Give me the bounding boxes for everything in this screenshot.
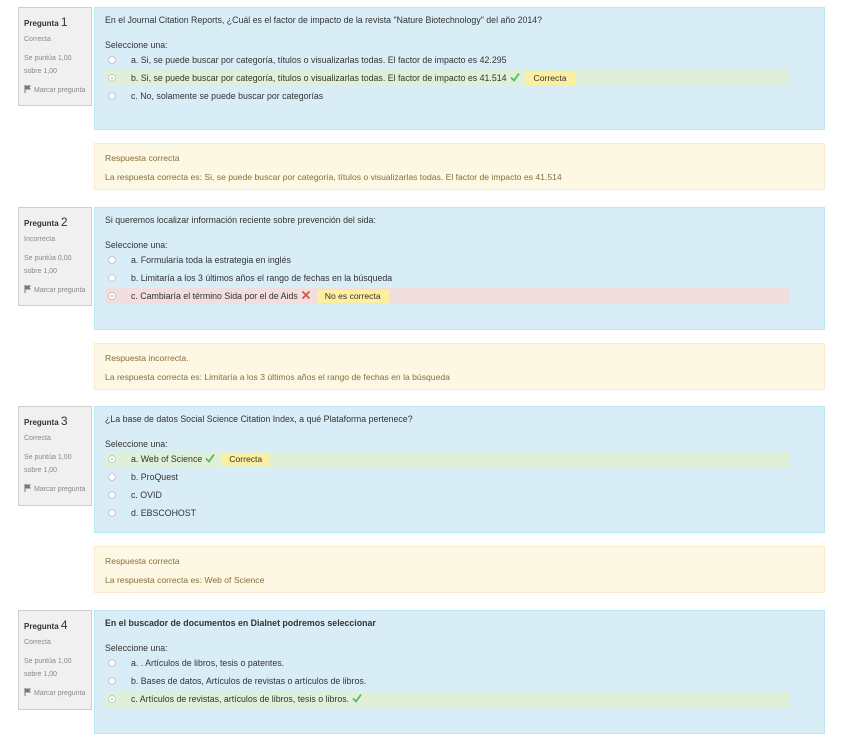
- flag-icon: [24, 484, 32, 493]
- flag-icon: [24, 85, 32, 94]
- question-number: Pregunta 4: [24, 618, 68, 632]
- feedback-text: La respuesta correcta es: Limitaría a lo…: [105, 372, 450, 382]
- answer-list: a. Formularía toda la estrategia en ingl…: [105, 252, 814, 304]
- answer-list: a. . Artículos de libros, tesis o patent…: [105, 655, 814, 707]
- flag-question-button[interactable]: Marcar pregunta: [24, 687, 86, 700]
- answer-list: a. Si, se puede buscar por categoría, tí…: [105, 52, 814, 104]
- question-state: Correcta: [24, 435, 51, 442]
- answer-label: b. Limitaría a los 3 últimos años el ran…: [131, 273, 393, 283]
- correct-badge: Correcta: [525, 72, 575, 85]
- question-info-3: Pregunta 3 Correcta Se puntúa 1,00 sobre…: [18, 406, 92, 506]
- feedback-title: Respuesta incorrecta.: [105, 353, 189, 363]
- flag-icon: [24, 688, 32, 697]
- flag-question-button[interactable]: Marcar pregunta: [24, 483, 86, 496]
- answer-label: d. EBSCOHOST: [131, 508, 197, 518]
- question-number: Pregunta 3: [24, 414, 68, 428]
- answer-option-d[interactable]: d. EBSCOHOST: [105, 505, 790, 521]
- radio-button[interactable]: [108, 292, 116, 300]
- question-number: Pregunta 1: [24, 15, 68, 29]
- answer-prompt: Seleccione una:: [105, 643, 168, 653]
- answer-option-b[interactable]: b. Si, se puede buscar por categoría, tí…: [105, 70, 790, 86]
- cross-icon: [301, 289, 311, 300]
- answer-option-a[interactable]: a. Formularía toda la estrategia en ingl…: [105, 252, 790, 268]
- feedback-title: Respuesta correcta: [105, 556, 180, 566]
- radio-button[interactable]: [108, 659, 116, 667]
- correct-badge: Correcta: [221, 453, 271, 466]
- answer-list: a. Web of Science Correcta b. ProQuest c.…: [105, 451, 814, 521]
- answer-label: b. Si, se puede buscar por categoría, tí…: [131, 73, 507, 83]
- answer-label: c. OVID: [131, 490, 162, 500]
- feedback-2: Respuesta incorrecta. La respuesta corre…: [94, 343, 825, 390]
- radio-button[interactable]: [108, 695, 116, 703]
- answer-label: c. Cambiaría el término Sida por el de A…: [131, 291, 298, 301]
- question-text: ¿La base de datos Social Science Citatio…: [105, 414, 413, 424]
- answer-label: c. No, solamente se puede buscar por cat…: [131, 91, 324, 101]
- answer-prompt: Seleccione una:: [105, 240, 168, 250]
- answer-option-c[interactable]: c. OVID: [105, 487, 790, 503]
- question-text: Si queremos localizar información recien…: [105, 215, 376, 225]
- answer-option-a[interactable]: a. . Artículos de libros, tesis o patent…: [105, 655, 790, 671]
- radio-button[interactable]: [108, 274, 116, 282]
- question-grade: Se puntúa 1,00 sobre 1,00: [24, 54, 72, 75]
- answer-label: b. Bases de datos, Artículos de revistas…: [131, 676, 367, 686]
- feedback-title: Respuesta correcta: [105, 153, 180, 163]
- feedback-3: Respuesta correcta La respuesta correcta…: [94, 546, 825, 593]
- feedback-1: Respuesta correcta La respuesta correcta…: [94, 143, 825, 190]
- answer-option-a[interactable]: a. Web of Science Correcta: [105, 451, 790, 467]
- question-text: En el buscador de documentos en Dialnet …: [105, 618, 376, 628]
- radio-button[interactable]: [108, 455, 116, 463]
- answer-prompt: Seleccione una:: [105, 439, 168, 449]
- question-grade: Se puntúa 1,00 sobre 1,00: [24, 453, 72, 474]
- radio-button[interactable]: [108, 509, 116, 517]
- radio-button[interactable]: [108, 56, 116, 64]
- flag-question-button[interactable]: Marcar pregunta: [24, 84, 86, 97]
- radio-button[interactable]: [108, 256, 116, 264]
- answer-label: a. Formularía toda la estrategia en ingl…: [131, 255, 291, 265]
- check-icon: [509, 71, 520, 82]
- answer-label: a. . Artículos de libros, tesis o patent…: [131, 658, 285, 668]
- answer-label: b. ProQuest: [131, 472, 178, 482]
- radio-button[interactable]: [108, 677, 116, 685]
- question-formulation-4: En el buscador de documentos en Dialnet …: [94, 610, 825, 734]
- question-state: Correcta: [24, 36, 51, 43]
- question-state: Correcta: [24, 639, 51, 646]
- question-info-2: Pregunta 2 Incorrecta Se puntúa 0,00 sob…: [18, 207, 92, 306]
- answer-prompt: Seleccione una:: [105, 40, 168, 50]
- answer-option-c[interactable]: c. No, solamente se puede buscar por cat…: [105, 88, 790, 104]
- answer-label: a. Si, se puede buscar por categoría, tí…: [131, 55, 507, 65]
- flag-icon: [24, 285, 32, 294]
- answer-option-c[interactable]: c. Cambiaría el término Sida por el de A…: [105, 288, 790, 304]
- question-info-4: Pregunta 4 Correcta Se puntúa 1,00 sobre…: [18, 610, 92, 710]
- answer-option-a[interactable]: a. Si, se puede buscar por categoría, tí…: [105, 52, 790, 68]
- radio-button[interactable]: [108, 491, 116, 499]
- question-state: Incorrecta: [24, 236, 56, 243]
- answer-option-b[interactable]: b. Limitaría a los 3 últimos años el ran…: [105, 270, 790, 286]
- question-formulation-2: Si queremos localizar información recien…: [94, 207, 825, 330]
- answer-option-c[interactable]: c. Artículos de revistas, artículos de l…: [105, 691, 790, 707]
- radio-button[interactable]: [108, 473, 116, 481]
- radio-button[interactable]: [108, 74, 116, 82]
- answer-option-b[interactable]: b. Bases de datos, Artículos de revistas…: [105, 673, 790, 689]
- answer-option-b[interactable]: b. ProQuest: [105, 469, 790, 485]
- answer-label: a. Web of Science: [131, 454, 203, 464]
- question-text: En el Journal Citation Reports, ¿Cuál es…: [105, 15, 543, 25]
- feedback-text: La respuesta correcta es: Si, se puede b…: [105, 172, 562, 182]
- check-icon: [352, 692, 362, 703]
- radio-button[interactable]: [108, 92, 116, 100]
- incorrect-badge: No es correcta: [316, 290, 389, 303]
- answer-label: c. Artículos de revistas, artículos de l…: [131, 694, 350, 704]
- question-number: Pregunta 2: [24, 215, 68, 229]
- question-grade: Se puntúa 0,00 sobre 1,00: [24, 254, 72, 275]
- question-formulation-1: En el Journal Citation Reports, ¿Cuál es…: [94, 7, 825, 130]
- question-info-1: Pregunta 1 Correcta Se puntúa 1,00 sobre…: [18, 7, 92, 106]
- question-grade: Se puntúa 1,00 sobre 1,00: [24, 657, 72, 678]
- flag-question-button[interactable]: Marcar pregunta: [24, 284, 86, 297]
- feedback-text: La respuesta correcta es: Web of Science: [105, 575, 265, 585]
- question-formulation-3: ¿La base de datos Social Science Citatio…: [94, 406, 825, 533]
- check-icon: [205, 452, 215, 463]
